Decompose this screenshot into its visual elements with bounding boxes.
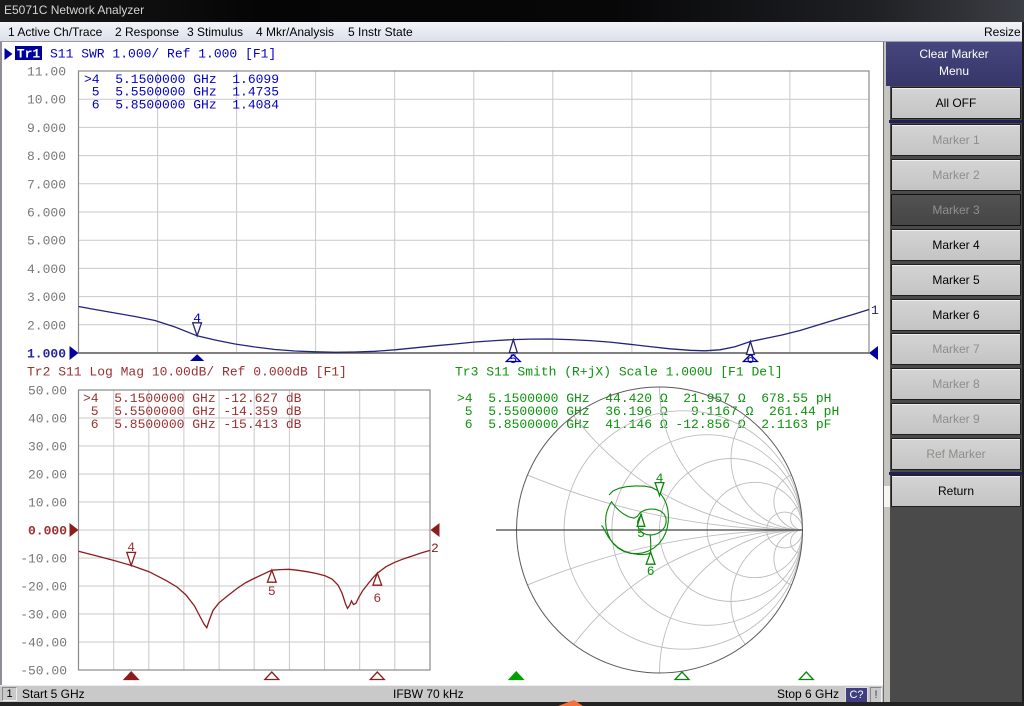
- svg-text:S11 SWR 1.000/ Ref 1.000 [F1]: S11 SWR 1.000/ Ref 1.000 [F1]: [50, 47, 276, 62]
- svg-text:-20.00: -20.00: [20, 580, 67, 595]
- svg-text:-40.00: -40.00: [20, 636, 67, 651]
- svg-text:-50.00: -50.00: [20, 664, 67, 679]
- svg-text:3.000: 3.000: [27, 290, 66, 305]
- svg-text:4: 4: [193, 311, 201, 326]
- svg-text:Tr3 S11 Smith (R+jX) Scale 1.0: Tr3 S11 Smith (R+jX) Scale 1.000U [F1 De…: [455, 365, 783, 380]
- svg-text:6: 6: [373, 591, 381, 606]
- svg-text:1.000: 1.000: [27, 347, 66, 362]
- svg-text:10.00: 10.00: [27, 93, 66, 108]
- svg-text:2: 2: [431, 541, 439, 556]
- svg-text:-10.00: -10.00: [20, 552, 67, 567]
- svg-text:9.000: 9.000: [27, 121, 66, 136]
- svg-text:6 5.8500000 GHz -15.413 dB: 6 5.8500000 GHz -15.413 dB: [83, 417, 302, 432]
- svg-text:6 5.8500000 GHz 41.146 Ω -12: 6 5.8500000 GHz 41.146 Ω -12.856 Ω 2.116…: [457, 417, 831, 432]
- svg-text:20.00: 20.00: [28, 468, 67, 483]
- svg-text:-30.00: -30.00: [20, 608, 67, 623]
- svg-text:5.000: 5.000: [27, 234, 66, 249]
- svg-text:8.000: 8.000: [27, 149, 66, 164]
- svg-text:6.000: 6.000: [27, 206, 66, 221]
- svg-text:4.000: 4.000: [27, 262, 66, 277]
- svg-text:30.00: 30.00: [28, 440, 67, 455]
- svg-text:40.00: 40.00: [28, 412, 67, 427]
- svg-text:50.00: 50.00: [28, 384, 67, 399]
- svg-text:6: 6: [647, 564, 655, 579]
- svg-text:10.00: 10.00: [28, 496, 67, 511]
- svg-text:5: 5: [268, 584, 276, 599]
- svg-text:4: 4: [656, 471, 664, 486]
- svg-text:7.000: 7.000: [27, 177, 66, 192]
- svg-text:5: 5: [637, 526, 645, 541]
- svg-text:Tr1: Tr1: [17, 47, 41, 62]
- svg-text:Tr2 S11 Log Mag 10.00dB/ Ref 0: Tr2 S11 Log Mag 10.00dB/ Ref 0.000dB [F1…: [27, 365, 347, 380]
- svg-text:1: 1: [871, 303, 879, 318]
- svg-text:11.00: 11.00: [27, 65, 66, 80]
- svg-text:0.000: 0.000: [28, 524, 67, 539]
- svg-text:4: 4: [127, 540, 135, 555]
- svg-text:6 5.8500000 GHz 1.4084: 6 5.8500000 GHz 1.4084: [84, 97, 279, 112]
- svg-text:2.000: 2.000: [27, 318, 66, 333]
